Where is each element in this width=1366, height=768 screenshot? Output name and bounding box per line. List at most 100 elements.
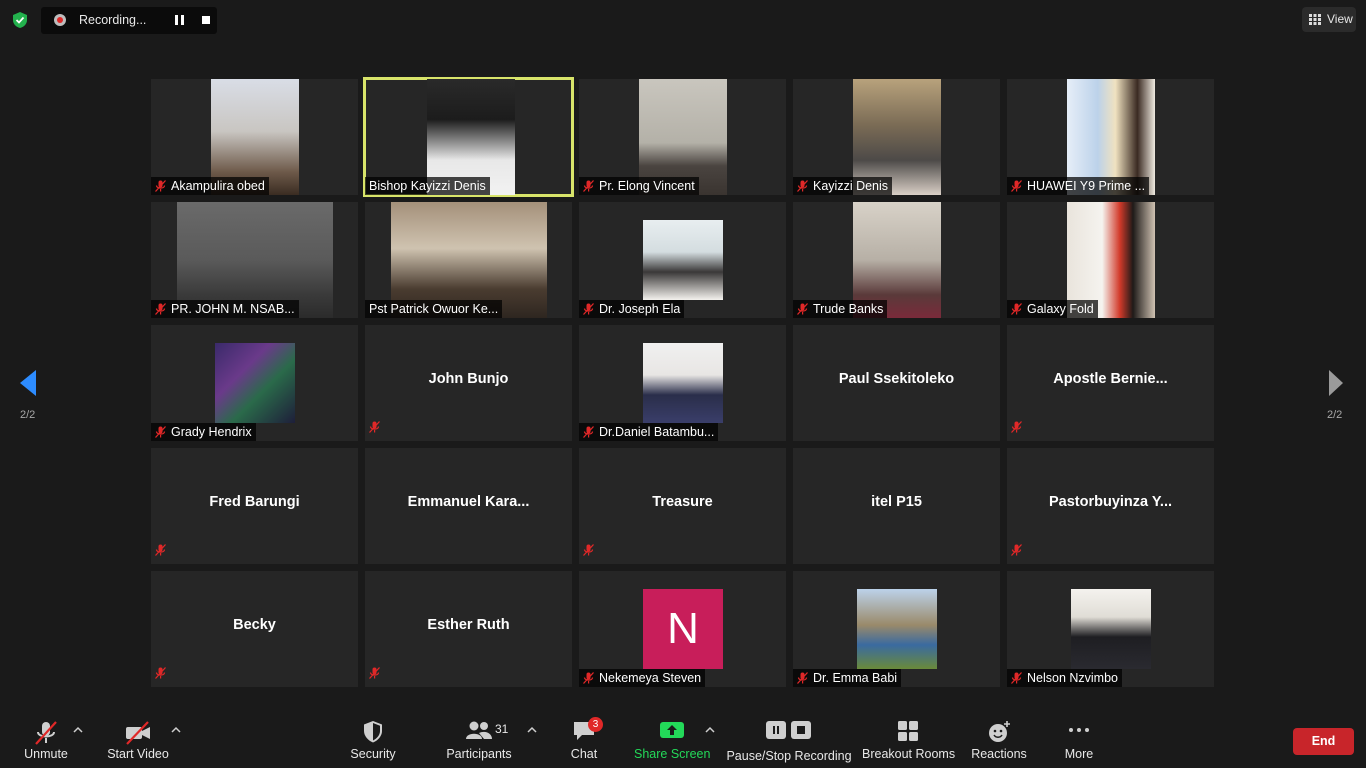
participants-options-chevron-icon[interactable] bbox=[527, 726, 537, 734]
reactions-smiley-icon bbox=[989, 721, 1010, 742]
participant-name: HUAWEI Y9 Prime ... bbox=[1027, 179, 1146, 193]
top-bar: Recording... View bbox=[0, 0, 1366, 40]
security-label: Security bbox=[350, 747, 396, 761]
pause-stop-recording-button[interactable]: Pause/Stop Recording bbox=[726, 712, 852, 768]
participant-avatar-letter: N bbox=[643, 589, 723, 669]
audio-options-chevron-icon[interactable] bbox=[73, 726, 83, 734]
participant-display-name: itel P15 bbox=[871, 494, 922, 510]
participant-name: Kayizzi Denis bbox=[813, 179, 889, 193]
participant-name: Dr. Emma Babi bbox=[813, 671, 898, 685]
microphone-muted-icon bbox=[797, 302, 808, 318]
participant-name: Akampulira obed bbox=[171, 179, 265, 193]
pause-recording-icon[interactable] bbox=[175, 15, 185, 26]
video-camera-off-icon bbox=[126, 721, 150, 745]
participant-tile[interactable]: Fred Barungi bbox=[151, 448, 358, 564]
participant-profile-picture bbox=[857, 589, 937, 669]
more-ellipsis-icon bbox=[1069, 728, 1089, 732]
participant-name: Galaxy Fold bbox=[1027, 302, 1094, 316]
microphone-muted-icon bbox=[583, 302, 594, 318]
page-indicator-right: 2/2 bbox=[1327, 409, 1343, 421]
participant-tile[interactable]: Grady Hendrix bbox=[151, 325, 358, 441]
chat-label: Chat bbox=[570, 747, 598, 761]
participant-tile[interactable]: Apostle Bernie... bbox=[1007, 325, 1214, 441]
participant-tile[interactable]: Dr. Emma Babi bbox=[793, 571, 1000, 687]
share-options-chevron-icon[interactable] bbox=[705, 726, 715, 734]
participant-tile[interactable]: Esther Ruth bbox=[365, 571, 572, 687]
microphone-muted-icon bbox=[155, 666, 166, 684]
pause-stop-recording-icon bbox=[766, 721, 811, 739]
participant-tile[interactable]: N Nekemeya Steven bbox=[579, 571, 786, 687]
more-label: More bbox=[1064, 747, 1094, 761]
more-button[interactable]: More bbox=[1054, 712, 1104, 768]
participant-tile[interactable]: Kayizzi Denis bbox=[793, 79, 1000, 195]
participant-display-name: Treasure bbox=[652, 494, 713, 510]
participant-display-name: Esther Ruth bbox=[427, 617, 510, 633]
participant-tile[interactable]: PR. JOHN M. NSAB... bbox=[151, 202, 358, 318]
unmute-button[interactable]: Unmute bbox=[14, 712, 78, 768]
breakout-rooms-button[interactable]: Breakout Rooms bbox=[862, 712, 956, 768]
participant-name-label: Dr. Joseph Ela bbox=[579, 300, 685, 318]
start-video-button[interactable]: Start Video bbox=[104, 712, 172, 768]
encryption-shield-icon[interactable] bbox=[11, 11, 29, 29]
participant-tile[interactable]: Pr. Elong Vincent bbox=[579, 79, 786, 195]
microphone-muted-icon bbox=[1011, 179, 1022, 195]
participant-tile[interactable]: Nelson Nzvimbo bbox=[1007, 571, 1214, 687]
view-button-label: View bbox=[1327, 12, 1353, 26]
participant-tile[interactable]: Paul Ssekitoleko bbox=[793, 325, 1000, 441]
microphone-muted-icon bbox=[797, 671, 808, 687]
participant-tile[interactable]: Pastorbuyinza Y... bbox=[1007, 448, 1214, 564]
microphone-muted-icon bbox=[1011, 302, 1022, 318]
share-screen-button[interactable]: Share Screen bbox=[634, 712, 710, 768]
end-meeting-button[interactable]: End bbox=[1293, 728, 1354, 755]
participant-profile-picture bbox=[643, 343, 723, 423]
participant-tile[interactable]: Bishop Kayizzi Denis bbox=[363, 77, 574, 197]
participants-icon bbox=[466, 721, 492, 739]
participant-name-label: Galaxy Fold bbox=[1007, 300, 1098, 318]
grid-view-icon bbox=[1309, 14, 1321, 25]
participant-profile-picture bbox=[215, 343, 295, 423]
microphone-muted-icon bbox=[369, 666, 380, 684]
reactions-button[interactable]: Reactions bbox=[968, 712, 1030, 768]
recording-dot-icon bbox=[54, 14, 66, 26]
breakout-rooms-label: Breakout Rooms bbox=[862, 747, 956, 761]
participant-profile-picture bbox=[643, 220, 723, 300]
reactions-label: Reactions bbox=[971, 747, 1027, 761]
participant-name-label: Trude Banks bbox=[793, 300, 888, 318]
chat-button[interactable]: 3 Chat bbox=[562, 712, 606, 768]
microphone-muted-icon bbox=[797, 179, 808, 195]
participant-tile[interactable]: Akampulira obed bbox=[151, 79, 358, 195]
participant-tile[interactable]: HUAWEI Y9 Prime ... bbox=[1007, 79, 1214, 195]
participant-tile[interactable]: Dr. Joseph Ela bbox=[579, 202, 786, 318]
security-button[interactable]: Security bbox=[345, 712, 401, 768]
participant-tile[interactable]: John Bunjo bbox=[365, 325, 572, 441]
participant-tile[interactable]: Trude Banks bbox=[793, 202, 1000, 318]
participant-name-label: Pr. Elong Vincent bbox=[579, 177, 699, 195]
participant-name-label: Nekemeya Steven bbox=[579, 669, 706, 687]
chat-unread-badge: 3 bbox=[588, 717, 603, 732]
stop-recording-icon[interactable] bbox=[202, 16, 210, 24]
participant-display-name: John Bunjo bbox=[428, 371, 509, 387]
view-button[interactable]: View bbox=[1302, 7, 1356, 32]
participant-tile[interactable]: itel P15 bbox=[793, 448, 1000, 564]
microphone-muted-icon bbox=[1011, 543, 1022, 561]
recording-status: Recording... bbox=[79, 13, 147, 27]
participants-count: 31 bbox=[495, 722, 509, 736]
participant-name: Bishop Kayizzi Denis bbox=[369, 179, 486, 193]
participant-tile[interactable]: Treasure bbox=[579, 448, 786, 564]
participant-tile[interactable]: Pst Patrick Owuor Ke... bbox=[365, 202, 572, 318]
participant-name: Trude Banks bbox=[813, 302, 884, 316]
participant-tile[interactable]: Dr.Daniel Batambu... bbox=[579, 325, 786, 441]
participants-label: Participants bbox=[446, 747, 512, 761]
video-options-chevron-icon[interactable] bbox=[171, 726, 181, 734]
page-indicator-left: 2/2 bbox=[20, 409, 36, 421]
participant-tile[interactable]: Becky bbox=[151, 571, 358, 687]
share-screen-icon bbox=[660, 722, 684, 738]
participant-name-label: Dr.Daniel Batambu... bbox=[579, 423, 719, 441]
participant-name-label: Grady Hendrix bbox=[151, 423, 256, 441]
participant-display-name: Paul Ssekitoleko bbox=[838, 371, 955, 387]
participant-name: Dr.Daniel Batambu... bbox=[599, 425, 715, 439]
participant-tile[interactable]: Emmanuel Kara... bbox=[365, 448, 572, 564]
participants-button[interactable]: 31 Participants bbox=[443, 712, 515, 768]
participant-name: Grady Hendrix bbox=[171, 425, 252, 439]
participant-tile[interactable]: Galaxy Fold bbox=[1007, 202, 1214, 318]
